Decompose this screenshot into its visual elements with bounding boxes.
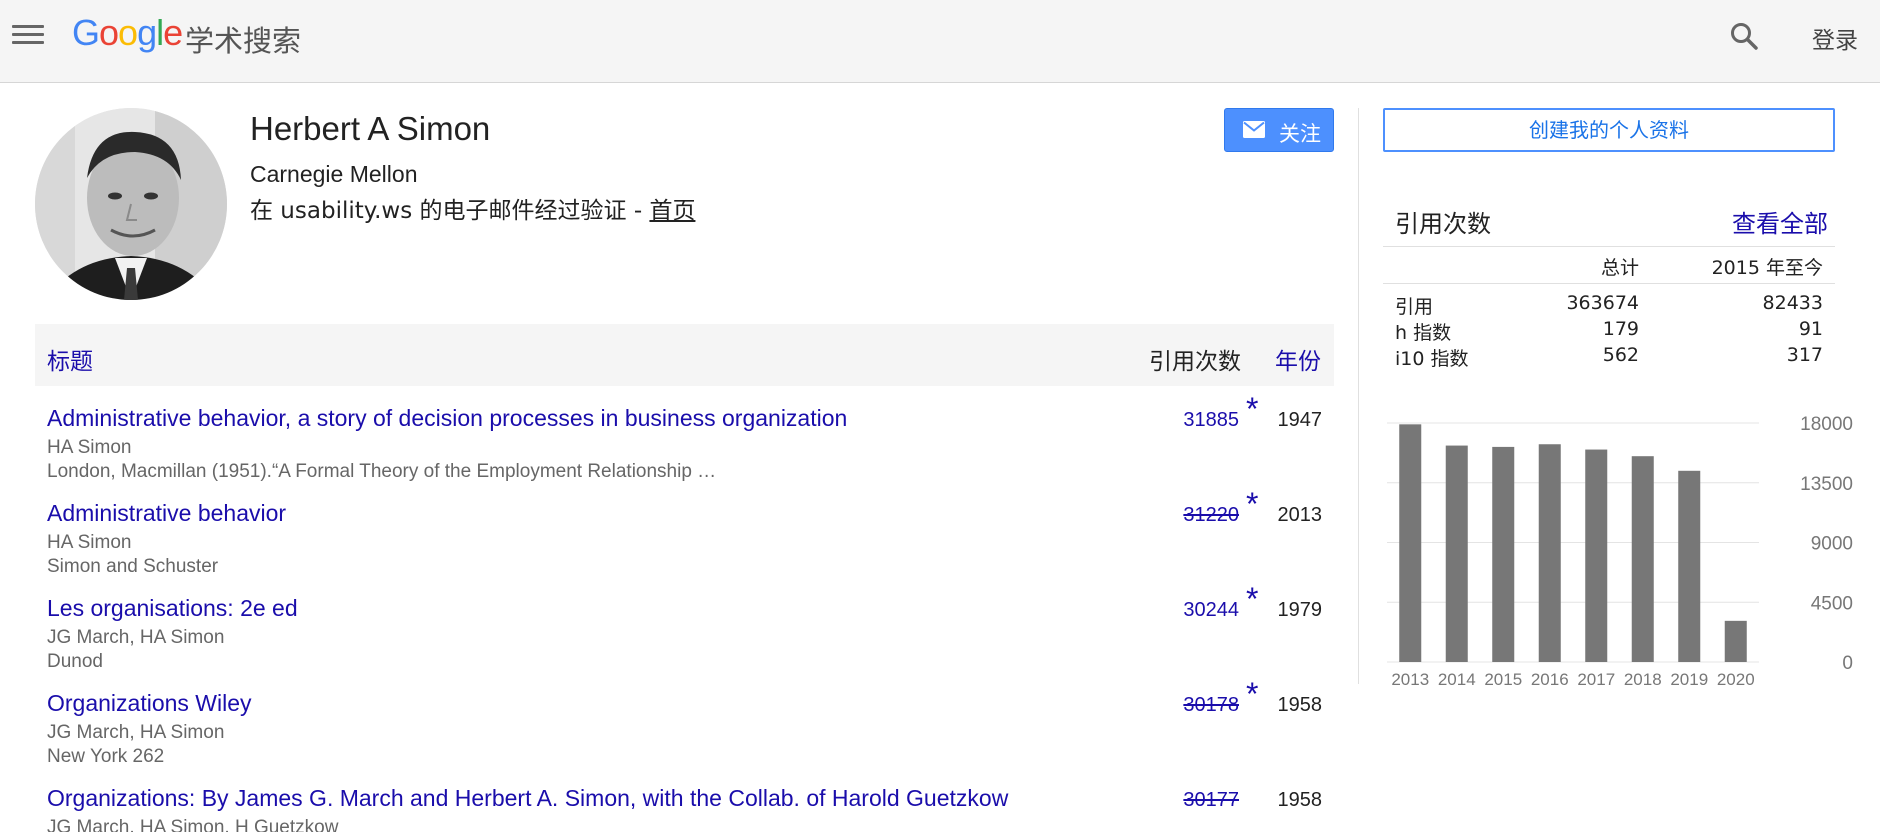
article-venue: London, Macmillan (1951).“A Formal Theor…	[47, 461, 717, 482]
article-venue: Dunod	[47, 651, 103, 672]
chart-bar-2014[interactable]	[1445, 445, 1468, 662]
logo-scholar-text[interactable]: 学术搜索	[185, 18, 301, 60]
cited-by-count-link[interactable]: 31885	[1183, 409, 1239, 432]
article-year: 1947	[1277, 409, 1323, 431]
cited-by-column-header: 引用次数	[1149, 349, 1241, 375]
chart-bar-2017[interactable]	[1585, 449, 1608, 662]
hamburger-menu-icon[interactable]	[12, 22, 44, 50]
citations-per-year-chart: 18000 13500 9000 4500 0 2013 2014 2015 2016 2017 2…	[1387, 414, 1853, 689]
article-title-link[interactable]: Administrative behavior	[47, 500, 286, 527]
cited-by-count-link[interactable]: 31220	[1183, 504, 1239, 527]
view-all-link[interactable]: 查看全部	[1732, 204, 1828, 239]
article-year: 2013	[1277, 504, 1323, 526]
top-bar: Google 学术搜索 登录	[0, 0, 1880, 83]
avatar	[35, 108, 227, 300]
article-venue: Simon and Schuster	[47, 556, 219, 577]
cited-by-title: 引用次数	[1395, 210, 1491, 238]
google-logo[interactable]: Google	[72, 12, 183, 54]
chart-bar-2013[interactable]	[1399, 424, 1422, 662]
table-row: Organizations: By James G. March and Her…	[35, 785, 1334, 832]
stat-since: 317	[1786, 344, 1823, 366]
y-tick-label: 0	[1842, 653, 1853, 674]
article-year: 1958	[1277, 694, 1323, 716]
article-authors: JG March, HA Simon	[47, 627, 225, 648]
stats-col-since: 2015 年至今	[1711, 257, 1823, 279]
article-title-link[interactable]: Les organisations: 2e ed	[47, 595, 298, 622]
article-authors: HA Simon	[47, 437, 132, 458]
x-tick-label: 2016	[1531, 670, 1569, 689]
stat-label: i10 指数	[1395, 348, 1469, 370]
y-tick-label: 9000	[1811, 534, 1853, 555]
stat-total: 363674	[1566, 292, 1639, 314]
x-tick-label: 2018	[1624, 670, 1662, 689]
article-authors: JG March, HA Simon, H Guetzkow	[47, 817, 339, 832]
article-venue: New York 262	[47, 746, 165, 767]
merged-citations-star[interactable]: *	[1246, 581, 1258, 618]
divider	[1383, 283, 1835, 284]
article-year: 1979	[1277, 599, 1323, 621]
cited-by-count-link[interactable]: 30244	[1183, 599, 1239, 622]
homepage-link[interactable]: 首页	[649, 198, 695, 224]
follow-button[interactable]: 关注	[1224, 108, 1334, 152]
chart-bar-2018[interactable]	[1631, 456, 1654, 662]
article-title-link[interactable]: Organizations Wiley	[47, 690, 252, 717]
sort-by-title[interactable]: 标题	[47, 342, 93, 376]
x-tick-label: 2020	[1717, 670, 1755, 689]
create-profile-button[interactable]: 创建我的个人资料	[1383, 108, 1835, 152]
cited-by-count-link[interactable]: 30177	[1183, 789, 1239, 812]
stats-col-total: 总计	[1600, 257, 1639, 279]
search-icon[interactable]	[1728, 20, 1760, 52]
profile-affiliation: Carnegie Mellon	[250, 161, 418, 187]
sort-by-year[interactable]: 年份	[1275, 342, 1321, 376]
article-authors: JG March, HA Simon	[47, 722, 225, 743]
stat-since: 91	[1798, 318, 1823, 340]
y-tick-label: 4500	[1811, 593, 1853, 614]
x-tick-label: 2015	[1484, 670, 1522, 689]
y-tick-label: 13500	[1800, 474, 1853, 495]
profile-photo	[35, 108, 227, 300]
chart-bar-2019[interactable]	[1678, 470, 1701, 662]
merged-citations-star[interactable]: *	[1246, 486, 1258, 523]
x-tick-label: 2017	[1577, 670, 1615, 689]
citation-stats-header: 总计 2015 年至今	[1383, 253, 1835, 279]
chart-bar-2020[interactable]	[1724, 620, 1747, 662]
article-title-link[interactable]: Administrative behavior, a story of deci…	[47, 405, 847, 432]
email-verified-text: 在 usability.ws 的电子邮件经过验证 -	[250, 198, 650, 224]
profile-name: Herbert A Simon	[250, 110, 491, 147]
stat-total: 179	[1602, 318, 1639, 340]
profile-email-verification: 在 usability.ws 的电子邮件经过验证 - 首页	[250, 191, 695, 225]
merged-citations-star[interactable]: *	[1246, 391, 1258, 428]
cited-by-count-link[interactable]: 30178	[1183, 694, 1239, 717]
stat-since: 82433	[1762, 292, 1823, 314]
column-divider	[1358, 108, 1359, 684]
merged-citations-star[interactable]: *	[1246, 676, 1258, 713]
article-year: 1958	[1277, 789, 1323, 811]
x-tick-label: 2019	[1670, 670, 1708, 689]
x-tick-label: 2013	[1391, 670, 1429, 689]
table-row: Administrative behavior, a story of deci…	[35, 391, 1334, 500]
x-tick-label: 2014	[1438, 670, 1476, 689]
table-row: Organizations Wiley JG March, HA Simon N…	[35, 676, 1334, 785]
chart-bar-2015[interactable]	[1492, 446, 1515, 662]
sign-in-link[interactable]: 登录	[1812, 21, 1858, 55]
articles-table-header: 标题 引用次数 年份	[35, 324, 1334, 386]
table-row: Les organisations: 2e ed JG March, HA Si…	[35, 581, 1334, 690]
mail-icon	[1243, 121, 1265, 138]
stat-total: 562	[1602, 344, 1639, 366]
y-tick-label: 18000	[1800, 414, 1853, 435]
divider	[1383, 246, 1835, 247]
stat-label: 引用	[1395, 296, 1434, 318]
stat-label: h 指数	[1395, 322, 1452, 344]
article-authors: HA Simon	[47, 532, 132, 553]
article-title-link[interactable]: Organizations: By James G. March and Her…	[47, 785, 1008, 812]
chart-bar-2016[interactable]	[1538, 444, 1561, 662]
follow-button-label: 关注	[1279, 122, 1321, 146]
table-row: Administrative behavior HA Simon Simon a…	[35, 486, 1334, 595]
